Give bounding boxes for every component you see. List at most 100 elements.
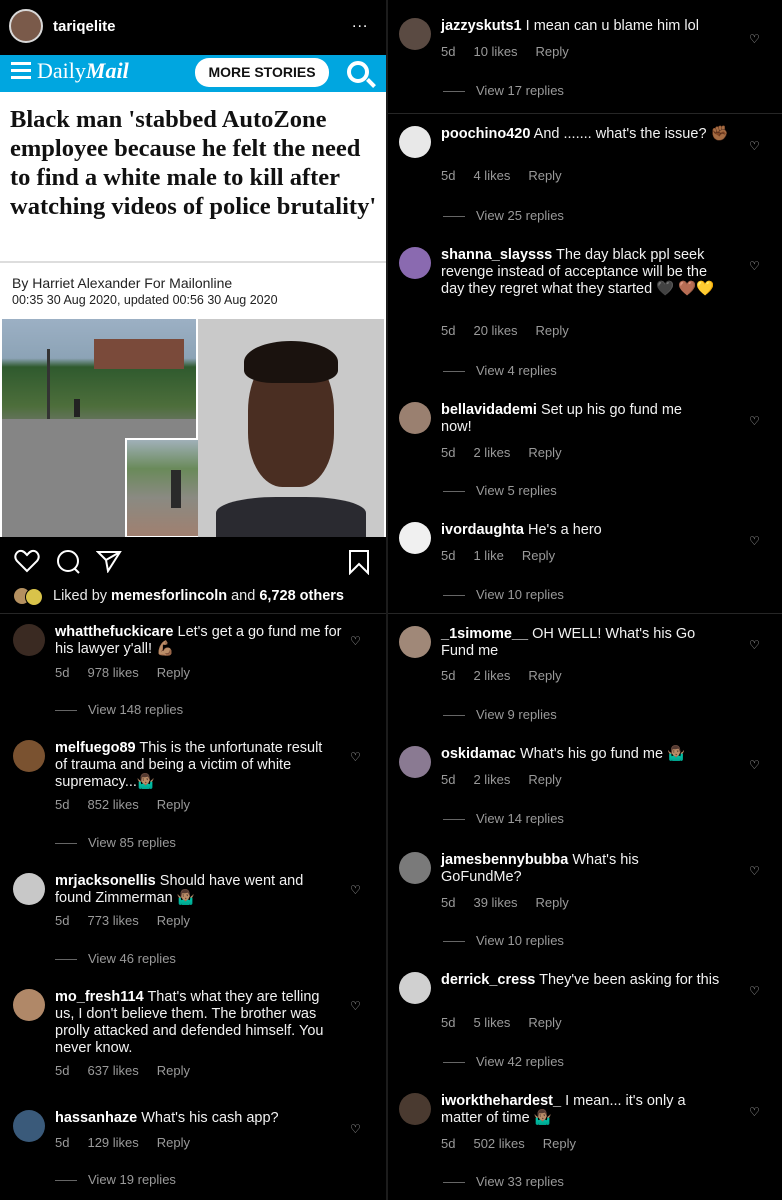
heart-icon[interactable]: ♡ <box>749 758 760 772</box>
comment-meta: 5d 10 likes Reply <box>441 44 569 59</box>
heart-icon[interactable] <box>14 549 40 573</box>
divider <box>0 613 386 614</box>
view-replies-link[interactable]: View 33 replies <box>443 1174 564 1189</box>
view-replies-link[interactable]: View 46 replies <box>55 951 176 966</box>
likes-text: Liked by memesforlincoln and 6,728 other… <box>53 588 344 604</box>
avatar[interactable] <box>399 972 431 1004</box>
view-replies-link[interactable]: View 19 replies <box>55 1172 176 1187</box>
comment-username[interactable]: mo_fresh114 <box>55 989 144 1005</box>
comment-text: oskidamac What's his go fund me 🤷🏽‍♂️ <box>441 746 686 762</box>
comment-username[interactable]: derrick_cress <box>441 972 535 988</box>
comment-username[interactable]: mrjacksonellis <box>55 873 156 889</box>
view-replies-link[interactable]: View 9 replies <box>443 707 557 722</box>
heart-icon[interactable]: ♡ <box>749 139 760 153</box>
heart-icon[interactable]: ♡ <box>749 638 760 652</box>
comment-meta: 5d 129 likes Reply <box>55 1135 191 1150</box>
avatar[interactable] <box>399 522 431 554</box>
avatar[interactable] <box>9 9 43 43</box>
divider <box>388 113 782 114</box>
comment-meta: 5d 5 likes Reply <box>441 1015 562 1030</box>
post-username[interactable]: tariqelite <box>53 18 116 35</box>
heart-icon[interactable]: ♡ <box>749 864 760 878</box>
view-replies-link[interactable]: View 148 replies <box>55 702 183 717</box>
comment-text: shanna_slaysss The day black ppl seek re… <box>441 247 715 297</box>
comment-username[interactable]: poochino420 <box>441 126 530 142</box>
avatar[interactable] <box>13 1110 45 1142</box>
bookmark-icon[interactable] <box>348 549 370 575</box>
divider <box>0 261 386 263</box>
comment-username[interactable]: shanna_slaysss <box>441 247 552 263</box>
comment-text: bellavidademi Set up his go fund me now! <box>441 402 683 435</box>
heart-icon[interactable]: ♡ <box>749 984 760 998</box>
view-replies-link[interactable]: View 85 replies <box>55 835 176 850</box>
heart-icon[interactable]: ♡ <box>749 414 760 428</box>
avatar[interactable] <box>399 247 431 279</box>
heart-icon[interactable]: ♡ <box>749 534 760 548</box>
comment-username[interactable]: _1simome__ <box>441 626 528 642</box>
view-replies-link[interactable]: View 14 replies <box>443 811 564 826</box>
comment-username[interactable]: bellavidademi <box>441 402 537 418</box>
heart-icon[interactable]: ♡ <box>749 1105 760 1119</box>
avatar[interactable] <box>399 746 431 778</box>
view-replies-link[interactable]: View 42 replies <box>443 1054 564 1069</box>
comment-username[interactable]: melfuego89 <box>55 740 136 756</box>
comment-username[interactable]: iworkthehardest_ <box>441 1093 561 1109</box>
view-replies-link[interactable]: View 10 replies <box>443 587 564 602</box>
comment-meta: 5d 2 likes Reply <box>441 445 562 460</box>
heart-icon[interactable]: ♡ <box>350 750 361 764</box>
heart-icon[interactable]: ♡ <box>350 1122 361 1136</box>
view-replies-link[interactable]: View 25 replies <box>443 208 564 223</box>
comment-username[interactable]: ivordaughta <box>441 522 524 538</box>
avatar[interactable] <box>13 740 45 772</box>
heart-icon[interactable]: ♡ <box>350 634 361 648</box>
comment-meta: 5d 20 likes Reply <box>441 323 569 338</box>
article-headline: Black man 'stabbed AutoZone employee bec… <box>10 106 377 220</box>
menu-icon <box>11 62 31 84</box>
article-byline: By Harriet Alexander For Mailonline <box>12 275 233 291</box>
comment-meta: 5d 773 likes Reply <box>55 913 191 928</box>
heart-icon[interactable]: ♡ <box>350 883 361 897</box>
comment-icon[interactable] <box>55 549 81 575</box>
view-replies-link[interactable]: View 10 replies <box>443 933 564 948</box>
view-replies-link[interactable]: View 17 replies <box>443 83 564 98</box>
comment-text: whatthefuckicare Let's get a go fund me … <box>55 624 342 657</box>
avatar[interactable] <box>13 624 45 656</box>
left-screenshot: tariqelite ... DailyMail MORE STORIES Bl… <box>0 0 386 1200</box>
avatar[interactable] <box>13 873 45 905</box>
comment-meta: 5d 637 likes Reply <box>55 1063 191 1078</box>
heart-icon[interactable]: ♡ <box>749 259 760 273</box>
mugshot-photo <box>198 319 384 537</box>
heart-icon[interactable]: ♡ <box>749 32 760 46</box>
avatar[interactable] <box>13 989 45 1021</box>
comment-meta: 5d 4 likes Reply <box>441 168 562 183</box>
avatar[interactable] <box>399 626 431 658</box>
view-replies-link[interactable]: View 5 replies <box>443 483 557 498</box>
comment-text: poochino420 And ....... what's the issue… <box>441 126 729 142</box>
share-icon[interactable] <box>96 549 122 573</box>
comment-username[interactable]: oskidamac <box>441 746 516 762</box>
comment-username[interactable]: jazzyskuts1 <box>441 18 522 34</box>
avatar[interactable] <box>399 1093 431 1125</box>
comment-text: derrick_cress They've been asking for th… <box>441 972 720 988</box>
avatar[interactable] <box>399 18 431 50</box>
comment-text: melfuego89 This is the unfortunate resul… <box>55 740 323 790</box>
comment-text: mo_fresh114 That's what they are telling… <box>55 989 324 1056</box>
comment-username[interactable]: hassanhaze <box>55 1110 137 1126</box>
avatar[interactable] <box>399 402 431 434</box>
article-dateline: 00:35 30 Aug 2020, updated 00:56 30 Aug … <box>12 293 278 307</box>
comment-text: ivordaughta He's a hero <box>441 522 602 538</box>
more-stories-button: MORE STORIES <box>195 58 329 87</box>
post-header: tariqelite ... <box>0 0 386 54</box>
view-replies-link[interactable]: View 4 replies <box>443 363 557 378</box>
avatar[interactable] <box>399 852 431 884</box>
likes-summary[interactable]: Liked by memesforlincoln and 6,728 other… <box>0 586 386 608</box>
comment-text: mrjacksonellis Should have went and foun… <box>55 873 304 906</box>
avatar[interactable] <box>399 126 431 158</box>
heart-icon[interactable]: ♡ <box>350 999 361 1013</box>
comment-meta: 5d 978 likes Reply <box>55 665 191 680</box>
comment-text: _1simome__ OH WELL! What's his Go Fund m… <box>441 626 696 659</box>
comment-username[interactable]: jamesbennybubba <box>441 852 568 868</box>
comment-username[interactable]: whatthefuckicare <box>55 624 173 640</box>
more-options-icon[interactable]: ... <box>352 14 368 32</box>
comment-meta: 5d 39 likes Reply <box>441 895 569 910</box>
